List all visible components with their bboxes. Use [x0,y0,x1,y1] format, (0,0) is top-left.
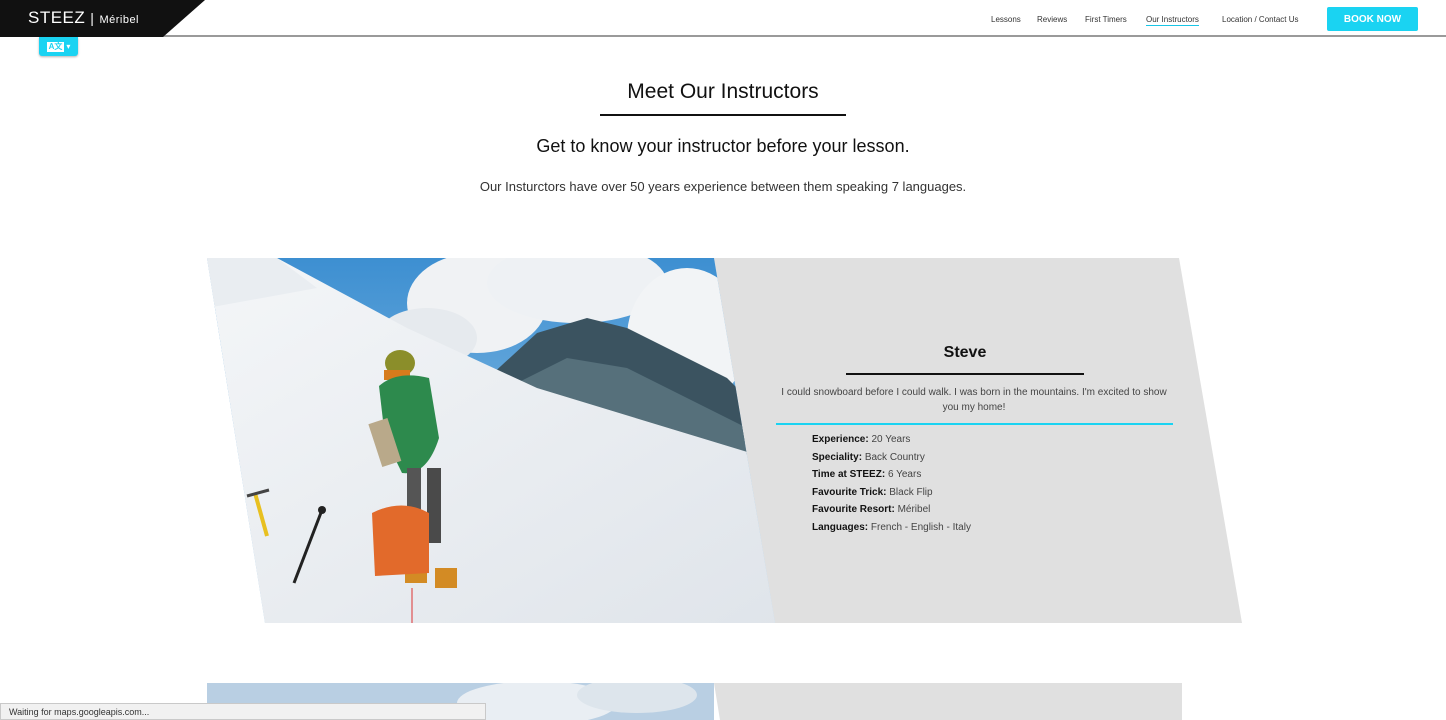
fact-label: Favourite Trick: [812,486,887,498]
fact-value: French - English - Italy [870,521,971,533]
bio-divider [776,423,1173,425]
chevron-down-icon: ▾ [66,42,71,51]
fact-favourite-trick: Favourite Trick: Black Flip [812,487,971,505]
fact-label: Favourite Resort: [812,504,895,515]
brand-name: STEEZ [28,8,86,27]
instructor-name: Steve [943,344,987,361]
title-underline [600,114,846,116]
fact-time-at-steez: Time at STEEZ: 6 Years [812,469,971,487]
logo-block[interactable]: STEEZ | Méribel [0,0,205,37]
fact-value: Méribel [897,504,931,515]
fact-favourite-resort: Favourite Resort: Méribel [812,504,971,522]
browser-status-bar: Waiting for maps.googleapis.com... [0,703,486,720]
instructor-photo [207,258,1242,623]
page-subtitle: Get to know your instructor before your … [536,136,910,156]
instructor-bio: I could snowboard before I could walk. I… [781,387,1167,413]
fact-speciality: Speciality: Back Country [812,452,971,470]
translate-widget[interactable]: A文 ▾ [39,37,78,56]
nav-location-contact[interactable]: Location / Contact Us [1222,15,1298,24]
fact-languages: Languages: French - English - Italy [812,522,971,540]
fact-label: Experience: [812,434,869,445]
fact-label: Time at STEEZ: [812,469,886,480]
translate-icon: A文 [46,41,65,52]
page-title: Meet Our Instructors [627,80,819,103]
fact-value: 20 Years [871,434,911,445]
instructor-card [207,258,1242,623]
nav-reviews[interactable]: Reviews [1037,15,1067,24]
brand-location: Méribel [99,14,140,26]
book-now-button[interactable]: BOOK NOW [1327,7,1418,31]
name-underline [846,373,1084,375]
page-description: Our Insturctors have over 50 years exper… [479,179,967,194]
instructor-facts: Experience: 20 Years Speciality: Back Co… [812,434,971,539]
fact-value: Black Flip [889,486,933,498]
logo: STEEZ | Méribel [28,8,139,28]
fact-experience: Experience: 20 Years [812,434,971,452]
nav-lessons[interactable]: Lessons [991,15,1021,24]
fact-value: Back Country [864,451,925,463]
nav-our-instructors[interactable]: Our Instructors [1146,15,1199,26]
fact-value: 6 Years [887,469,922,480]
fact-label: Speciality: [812,451,863,463]
nav-first-timers[interactable]: First Timers [1085,15,1127,24]
site-header: STEEZ | Méribel Lessons Reviews First Time… [0,0,1446,37]
fact-label: Languages: [812,521,869,533]
logo-separator: | [90,10,95,26]
